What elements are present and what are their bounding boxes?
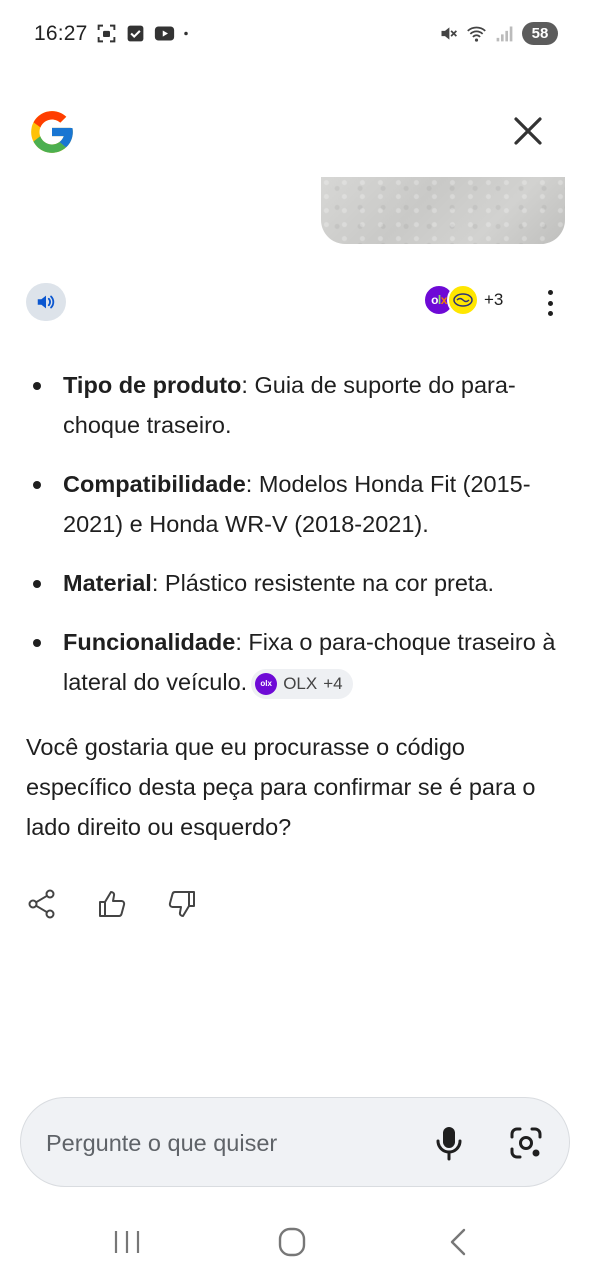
feedback-row <box>26 888 198 920</box>
dot-icon <box>547 300 553 306</box>
followup-question: Você gostaria que eu procurasse o código… <box>26 734 536 840</box>
youtube-icon <box>154 26 175 41</box>
recent-apps-icon[interactable] <box>107 1226 147 1258</box>
chip-extra: +4 <box>323 673 343 693</box>
bullet-separator: : <box>235 629 249 655</box>
thumbs-down-icon[interactable] <box>166 888 198 920</box>
bullet-separator: : <box>151 570 165 596</box>
bullet-term: Compatibilidade <box>63 471 246 497</box>
thumbs-up-icon[interactable] <box>96 888 128 920</box>
status-notification-icons <box>96 23 195 44</box>
dot-icon <box>184 31 188 36</box>
check-box-icon <box>127 25 144 42</box>
microphone-icon[interactable] <box>431 1124 467 1162</box>
read-aloud-button[interactable] <box>26 283 66 321</box>
google-lens-icon[interactable] <box>507 1124 545 1162</box>
ask-input-bar <box>20 1097 570 1187</box>
screenshot-icon <box>97 24 116 43</box>
bullet-term: Funcionalidade <box>63 629 236 655</box>
uploaded-image-thumbnail[interactable] <box>321 177 565 244</box>
system-nav-bar <box>0 1210 591 1280</box>
signal-icon <box>496 26 513 42</box>
source-chip[interactable]: olx OLX +4 <box>251 668 353 699</box>
share-icon[interactable] <box>26 888 58 920</box>
list-item: Material: Plástico resistente na cor pre… <box>26 563 566 603</box>
google-g-logo <box>31 111 73 153</box>
status-time: 16:27 <box>34 22 88 45</box>
more-options-button[interactable] <box>539 290 561 316</box>
speaker-icon <box>37 295 55 309</box>
dot-icon <box>547 311 553 316</box>
mercado-livre-source-icon <box>447 284 479 316</box>
list-item: Tipo de produto: Guia de suporte do para… <box>26 365 566 445</box>
dot-icon <box>547 290 553 295</box>
ask-input[interactable] <box>46 1125 406 1161</box>
sources-button[interactable]: olx +3 <box>423 284 503 316</box>
mute-icon <box>441 27 457 40</box>
list-item: Funcionalidade: Fixa o para-choque trase… <box>26 622 566 702</box>
battery-level: 58 <box>522 22 558 45</box>
bullet-text: Plástico resistente na cor preta. <box>164 570 495 596</box>
olx-chip-icon: olx <box>255 672 278 695</box>
bullet-separator: : <box>241 372 255 398</box>
status-bar: 16:27 58 <box>0 0 591 70</box>
status-system-icons: 58 <box>438 22 558 45</box>
bullet-term: Material <box>63 570 152 596</box>
bullet-term: Tipo de produto <box>63 372 242 398</box>
bullet-separator: : <box>245 471 259 497</box>
home-icon[interactable] <box>272 1226 312 1258</box>
sources-extra-count: +3 <box>484 290 504 309</box>
back-icon[interactable] <box>438 1226 478 1258</box>
close-icon[interactable] <box>509 112 547 150</box>
wifi-icon <box>467 26 486 42</box>
chip-label: OLX <box>283 673 318 693</box>
list-item: Compatibilidade: Modelos Honda Fit (2015… <box>26 464 566 544</box>
response-bullet-list: Tipo de produto: Guia de suporte do para… <box>26 365 566 721</box>
